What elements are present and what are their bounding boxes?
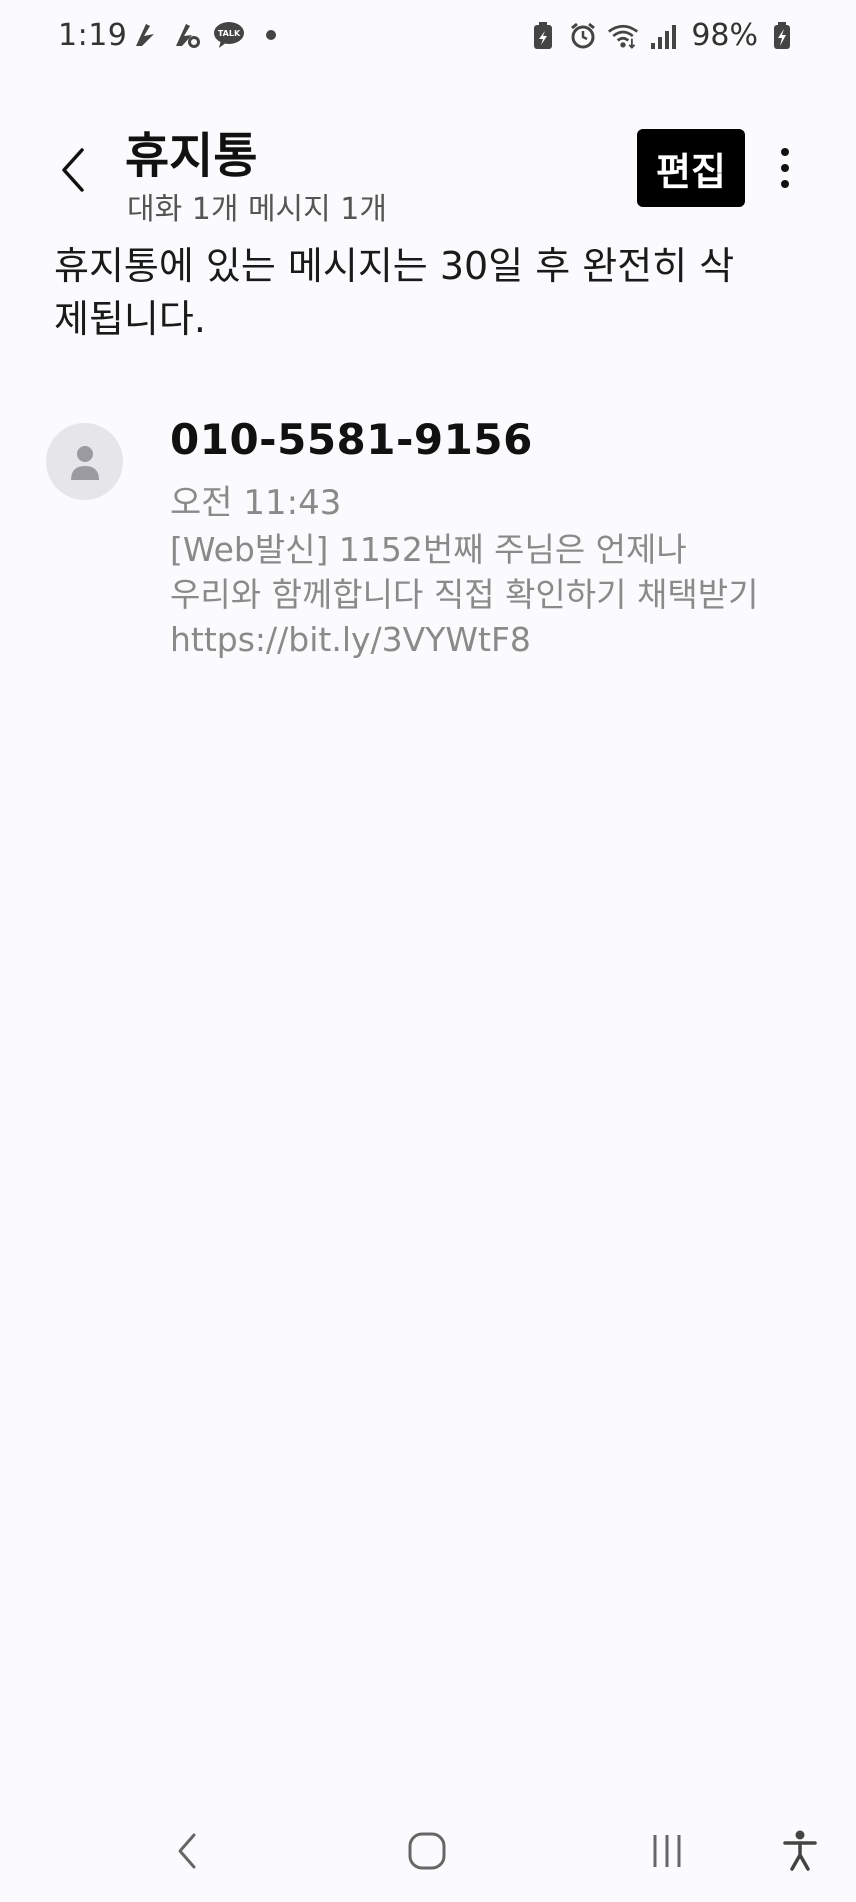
person-icon: [70, 445, 99, 480]
accessibility-button[interactable]: [760, 1800, 840, 1902]
sender-number: 010-5581-9156: [170, 415, 533, 464]
more-options-button[interactable]: [765, 138, 805, 198]
signal-icon: [647, 20, 679, 52]
status-bar: 1:19 TALK 98%: [0, 0, 856, 76]
battery-saver-icon: [527, 20, 559, 52]
status-time: 1:19: [58, 18, 128, 53]
app-notification-icon: [170, 18, 204, 52]
message-time: 오전 11:43: [170, 483, 342, 523]
trash-notice: 휴지통에 있는 메시지는 30일 후 완전히 삭제됩니다.: [54, 244, 735, 341]
avatar: [46, 423, 123, 500]
dot-icon: [254, 18, 288, 52]
page-subtitle: 대화 1개 메시지 1개: [127, 192, 387, 227]
back-button[interactable]: [48, 140, 98, 200]
navigation-bar: [0, 1800, 856, 1902]
nav-home-button[interactable]: [387, 1800, 467, 1902]
battery-charging-icon: [766, 20, 798, 52]
nav-home-icon: [408, 1832, 446, 1870]
nav-recents-icon: [653, 1835, 681, 1867]
alarm-icon: [567, 20, 599, 52]
more-vertical-icon: [781, 148, 789, 188]
accessibility-icon: [783, 1830, 817, 1871]
battery-percent: 98%: [691, 18, 758, 53]
status-right: 98%: [527, 18, 798, 53]
svg-text:TALK: TALK: [218, 29, 241, 38]
chevron-left-icon: [62, 148, 84, 192]
message-preview: [Web발신] 1152번째 주님은 언제나 우리와 함께합니다 직접 확인하기…: [170, 530, 759, 659]
page-title: 휴지통: [125, 128, 258, 184]
wifi-icon: [607, 20, 639, 52]
nav-back-button[interactable]: [147, 1800, 227, 1902]
app-bar: 휴지통 대화 1개 메시지 1개 편집: [0, 110, 856, 230]
nav-recents-button[interactable]: [627, 1800, 707, 1902]
message-list-item[interactable]: 010-5581-9156 오전 11:43 [Web발신] 1152번째 주님…: [0, 405, 856, 665]
notification-icons: TALK: [128, 18, 288, 52]
nav-back-icon: [178, 1833, 196, 1869]
edit-button[interactable]: 편집: [637, 129, 745, 207]
kakaotalk-icon: TALK: [212, 18, 246, 52]
app-notification-icon: [128, 18, 162, 52]
